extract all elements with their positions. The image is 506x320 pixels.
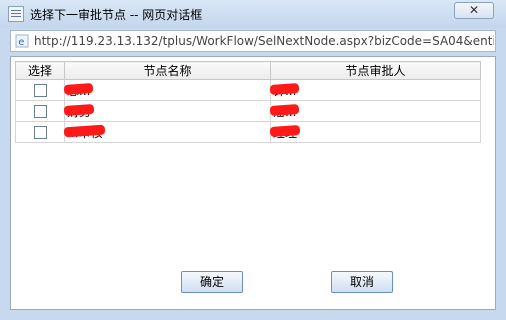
node-name-cell: ...审核	[64, 121, 271, 143]
approval-node-table: 选择 节点名称 节点审批人 总... 钟... 财务 潘... ...审核 经理	[15, 61, 481, 143]
header-node-name: 节点名称	[64, 61, 271, 80]
svg-text:e: e	[18, 37, 24, 48]
select-cell[interactable]	[15, 79, 65, 101]
dialog-icon	[8, 6, 24, 22]
table-row[interactable]: 总... 钟...	[15, 79, 481, 101]
approver-cell: 钟...	[270, 79, 481, 101]
approver-cell: 经理	[270, 121, 481, 143]
row-checkbox[interactable]	[33, 126, 47, 139]
window-title: 选择下一审批节点 -- 网页对话框	[30, 8, 203, 22]
node-name: 总...	[67, 83, 91, 98]
node-name: ...审核	[67, 125, 103, 140]
address-bar[interactable]: e http://119.23.13.132/tplus/WorkFlow/Se…	[10, 30, 496, 52]
title-bar: 选择下一审批节点 -- 网页对话框 ✕	[0, 0, 506, 28]
node-name: 财务	[67, 104, 92, 119]
header-approver: 节点审批人	[270, 61, 481, 80]
select-cell[interactable]	[15, 121, 65, 143]
table-header-row: 选择 节点名称 节点审批人	[15, 61, 481, 80]
close-icon[interactable]: ✕	[455, 3, 493, 18]
header-select: 选择	[15, 61, 65, 80]
ok-button[interactable]: 确定	[181, 271, 243, 293]
node-name-cell: 总...	[64, 79, 271, 101]
select-cell[interactable]	[15, 100, 65, 122]
row-checkbox[interactable]	[33, 105, 47, 118]
dialog-content: 选择 节点名称 节点审批人 总... 钟... 财务 潘... ...审核 经理	[10, 56, 496, 310]
close-button[interactable]: ✕	[454, 2, 494, 19]
approver-name: 潘...	[273, 104, 297, 119]
ie-icon: e	[15, 34, 29, 48]
table-row[interactable]: 财务 潘...	[15, 100, 481, 122]
node-name-cell: 财务	[64, 100, 271, 122]
cancel-button[interactable]: 取消	[331, 271, 393, 293]
row-checkbox[interactable]	[33, 84, 47, 97]
approver-cell: 潘...	[270, 100, 481, 122]
url-text[interactable]: http://119.23.13.132/tplus/WorkFlow/SelN…	[34, 34, 494, 48]
table-row[interactable]: ...审核 经理	[15, 121, 481, 143]
approver-name: 经理	[273, 125, 298, 140]
approver-name: 钟...	[273, 83, 297, 98]
